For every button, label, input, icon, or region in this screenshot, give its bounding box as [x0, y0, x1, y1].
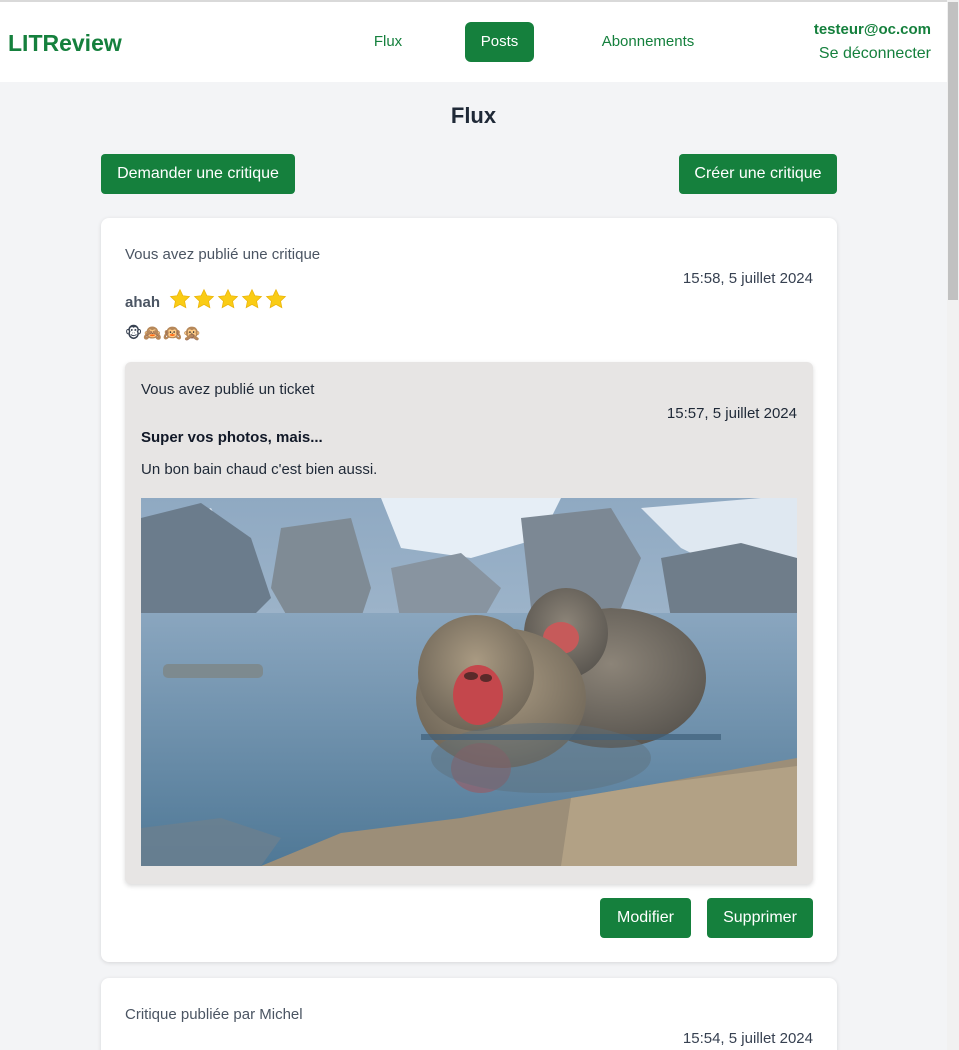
- brand-logo[interactable]: LITReview: [8, 30, 122, 57]
- post-date: 15:58, 5 juillet 2024: [682, 270, 813, 287]
- review-card: Vous avez publié une critique 15:58, 5 j…: [101, 218, 837, 962]
- scrollbar-thumb[interactable]: [948, 2, 958, 300]
- request-review-button[interactable]: Demander une critique: [101, 154, 295, 194]
- star-icon: [193, 288, 215, 309]
- edit-button[interactable]: Modifier: [600, 898, 691, 938]
- ticket-description: Un bon bain chaud c'est bien aussi.: [141, 461, 378, 478]
- create-review-button[interactable]: Créer une critique: [679, 154, 837, 194]
- star-icon: [217, 288, 239, 309]
- ticket-title: Super vos photos, mais...: [141, 429, 323, 446]
- nav-link-abonnements[interactable]: Abonnements: [588, 22, 708, 62]
- star-rating: [169, 288, 287, 310]
- ticket: Vous avez publié un ticket 15:57, 5 juil…: [125, 362, 813, 884]
- navbar: LITReview Flux Posts Abonnements testeur…: [0, 2, 947, 82]
- logout-link[interactable]: Se déconnecter: [819, 45, 931, 63]
- scrollbar[interactable]: [947, 0, 959, 1050]
- star-icon: [265, 288, 287, 309]
- post-date: 15:54, 5 juillet 2024: [682, 1030, 813, 1047]
- user-email: testeur@oc.com: [813, 21, 931, 38]
- page-title: Flux: [450, 103, 497, 128]
- nav-link-posts[interactable]: Posts: [465, 22, 534, 62]
- post-meta: Vous avez publié une critique: [125, 246, 321, 263]
- star-icon: [241, 288, 263, 309]
- ticket-image-monkeys-in-hot-spring: [141, 498, 797, 866]
- post-meta: Critique publiée par Michel: [125, 1006, 303, 1023]
- nav-link-flux[interactable]: Flux: [360, 22, 416, 62]
- review-headline: ahah: [125, 294, 161, 311]
- review-card: Critique publiée par Michel 15:54, 5 jui…: [101, 978, 837, 1050]
- star-icon: [169, 288, 191, 309]
- review-body: 🐵🙈🙉🙊: [125, 325, 203, 342]
- ticket-meta: Vous avez publié un ticket: [141, 381, 315, 398]
- delete-button[interactable]: Supprimer: [707, 898, 813, 938]
- ticket-date: 15:57, 5 juillet 2024: [666, 405, 797, 422]
